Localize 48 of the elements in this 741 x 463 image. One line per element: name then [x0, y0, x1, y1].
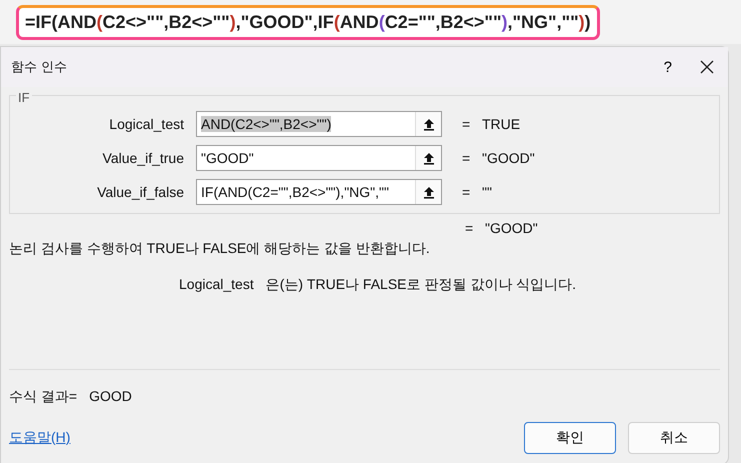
argument-label: Value_if_true: [102, 150, 185, 166]
upload-arrow-icon[interactable]: [422, 185, 434, 199]
overall-result: "GOOD": [485, 220, 538, 236]
formula-text: AND: [58, 12, 97, 32]
formula-text: C2<>"",B2<>"": [102, 12, 230, 32]
formula-text: C2="",B2<>"": [384, 12, 502, 32]
equals-sign: =: [462, 116, 472, 132]
argument-result: "GOOD": [482, 150, 535, 166]
formula-text: ): [578, 12, 585, 32]
formula-text: ): [584, 12, 591, 32]
collapse-button[interactable]: [415, 112, 441, 136]
equals-sign: =: [465, 220, 474, 236]
formula-text: (: [378, 12, 385, 32]
formula-text: ,"NG","": [508, 12, 579, 32]
formula-text: ): [502, 12, 508, 32]
collapse-button[interactable]: [415, 180, 441, 204]
argument-result: "": [482, 184, 492, 200]
ok-button[interactable]: 확인: [524, 422, 616, 454]
argument-label: Value_if_false: [96, 184, 185, 200]
dialog-title: 함수 인수: [11, 59, 68, 76]
argument-field[interactable]: "GOOD": [196, 145, 442, 171]
argument-field[interactable]: IF(AND(C2="",B2<>""),"NG","": [196, 179, 442, 205]
help-button[interactable]: ?: [660, 54, 676, 80]
collapse-button[interactable]: [415, 146, 441, 170]
close-icon[interactable]: [700, 60, 714, 74]
formula-text: AND: [340, 12, 379, 32]
argument-result: TRUE: [482, 116, 520, 132]
upload-arrow-icon[interactable]: [422, 151, 434, 165]
formula-bar[interactable]: =IF(AND(C2<>"",B2<>""),"GOOD",IF(AND(C2="",B2<>""),"NG","")): [16, 4, 600, 40]
equals-sign: =: [462, 184, 472, 200]
argument-name: Logical_test: [179, 276, 254, 294]
formula-text: (: [52, 12, 58, 32]
cancel-button[interactable]: 취소: [628, 422, 720, 454]
argument-field[interactable]: AND(C2<>"",B2<>""): [196, 111, 442, 137]
formula-text: (: [334, 12, 340, 32]
argument-label: Logical_test: [108, 116, 185, 132]
help-link[interactable]: 도움말(H): [9, 429, 70, 447]
formula-text: ): [230, 12, 236, 32]
upload-arrow-icon[interactable]: [422, 117, 434, 131]
function-description: 논리 검사를 수행하여 TRUE나 FALSE에 해당하는 값을 반환합니다.: [9, 240, 431, 258]
formula-text: ,"GOOD",IF: [236, 12, 334, 32]
formula-result-label: 수식 결과=: [9, 388, 78, 406]
formula-text: =IF: [25, 12, 52, 32]
equals-sign: =: [462, 150, 472, 166]
formula-text: (: [96, 12, 103, 32]
argument-help: 은(는) TRUE나 FALSE로 판정될 값이나 식입니다.: [266, 276, 576, 294]
formula-result: GOOD: [89, 388, 132, 406]
group-label: IF: [16, 90, 32, 105]
